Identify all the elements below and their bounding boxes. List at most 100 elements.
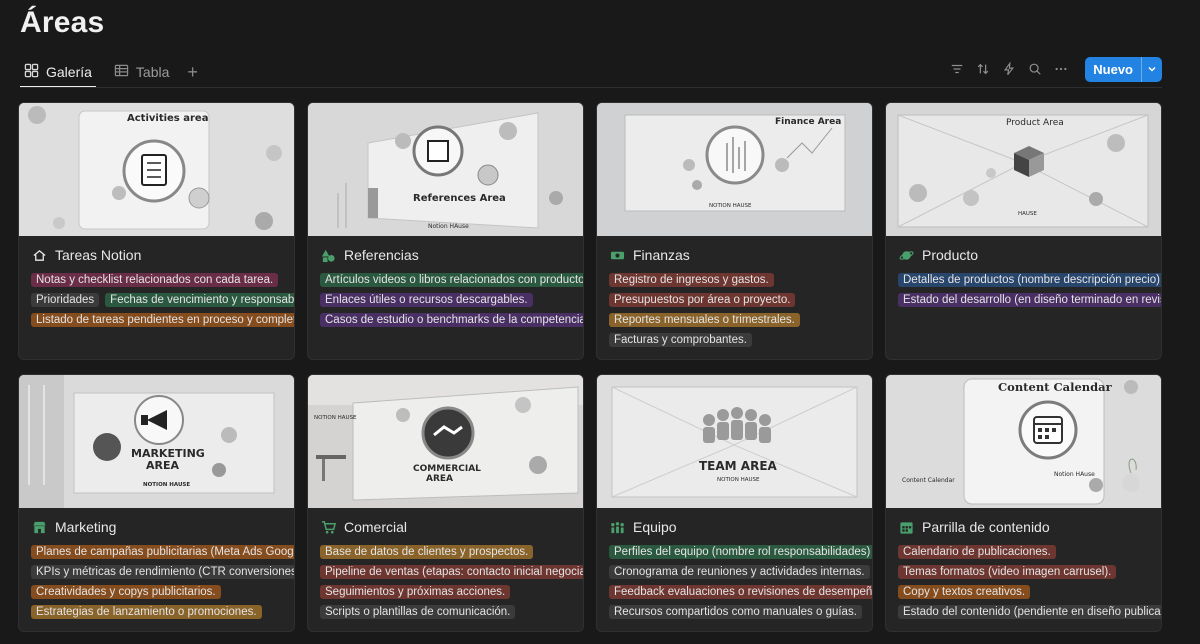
tag: Creatividades y copys publicitarios. (31, 585, 221, 599)
cover-caption: NOTION HAUSE (314, 415, 357, 421)
card-properties: Calendario de publicaciones. Temas forma… (886, 541, 1161, 622)
card-title-text: Tareas Notion (55, 247, 142, 263)
gallery-grid: Activities area Tareas Notion Notas y ch… (18, 102, 1162, 632)
card-title: Producto (886, 236, 1161, 269)
table-icon (114, 63, 129, 81)
cover-caption: Notion HAuse (1054, 471, 1095, 478)
tag: Calendario de publicaciones. (898, 545, 1056, 559)
more-icon[interactable] (1053, 61, 1069, 77)
tag: Estado del contenido (pendiente en diseñ… (898, 605, 1161, 619)
tag: Seguimientos y próximas acciones. (320, 585, 511, 599)
tag: Detalles de productos (nombre descripció… (898, 273, 1161, 287)
card-cover-image: Activities area (19, 103, 294, 236)
tag: Scripts o plantillas de comunicación. (320, 605, 516, 619)
card-properties: Registro de ingresos y gastos. Presupues… (597, 269, 872, 350)
gallery-card[interactable]: Product Area HAUSE Producto Detalles de … (885, 102, 1162, 360)
new-button-label: Nuevo (1093, 61, 1133, 77)
tab-label: Galería (46, 64, 92, 80)
add-view-icon[interactable]: + (187, 62, 198, 83)
tag: Estrategias de lanzamiento o promociones… (31, 605, 262, 619)
gallery-card[interactable]: COMMERCIAL AREA NOTION HAUSE Comercial B… (307, 374, 584, 632)
card-title-text: Comercial (344, 519, 408, 535)
cover-caption: Product Area (1006, 118, 1064, 128)
card-title-text: Producto (922, 247, 979, 263)
cover-caption: Content Calendar (902, 477, 955, 484)
page-title: Áreas (20, 6, 105, 39)
tag: Prioridades (31, 293, 100, 307)
cover-caption: Content Calendar (998, 380, 1112, 394)
tag: Reportes mensuales o trimestrales. (609, 313, 800, 327)
card-cover-image: COMMERCIAL AREA NOTION HAUSE (308, 375, 583, 508)
cover-caption: TEAM AREA (699, 459, 777, 473)
cover-caption: NOTION HAUSE (717, 477, 760, 483)
cover-caption: COMMERCIAL (413, 464, 481, 474)
tag: Estado del desarrollo (en diseño termina… (898, 293, 1161, 307)
card-title: Parrilla de contenido (886, 508, 1161, 541)
tab-galeria[interactable]: Galería (20, 56, 96, 88)
tag: Registro de ingresos y gastos. (609, 273, 774, 287)
tabs-divider (20, 87, 1162, 88)
cover-caption: AREA (426, 474, 454, 484)
card-cover-image: TEAM AREA NOTION HAUSE (597, 375, 872, 508)
tag: Feedback evaluaciones o revisiones de de… (609, 585, 872, 599)
store-icon (32, 520, 47, 535)
tag: Temas formatos (video imagen carrusel). (898, 565, 1117, 579)
gallery-card[interactable]: Content Calendar Content Calendar Notion… (885, 374, 1162, 632)
tag: KPIs y métricas de rendimiento (CTR conv… (31, 565, 294, 579)
tag: Presupuestos por área o proyecto. (609, 293, 796, 307)
card-properties: Artículos videos o libros relacionados c… (308, 269, 583, 330)
card-title: Equipo (597, 508, 872, 541)
card-cover-image: Finance Area NOTION HAUSE (597, 103, 872, 236)
tag: Pipeline de ventas (etapas: contacto ini… (320, 565, 583, 579)
lightning-icon[interactable] (1001, 61, 1017, 77)
card-properties: Detalles de productos (nombre descripció… (886, 269, 1161, 310)
search-icon[interactable] (1027, 61, 1043, 77)
tag: Cronograma de reuniones y actividades in… (609, 565, 870, 579)
planet-icon (899, 248, 914, 263)
card-properties: Notas y checklist relacionados con cada … (19, 269, 294, 330)
card-title: Marketing (19, 508, 294, 541)
card-properties: Base de datos de clientes y prospectos. … (308, 541, 583, 622)
home-icon (32, 248, 47, 263)
cover-caption: Finance Area (775, 117, 842, 127)
card-title-text: Marketing (55, 519, 117, 535)
card-title: Referencias (308, 236, 583, 269)
tag: Perfiles del equipo (nombre rol responsa… (609, 545, 872, 559)
cover-caption: AREA (146, 459, 180, 472)
card-properties: Planes de campañas publicitarias (Meta A… (19, 541, 294, 622)
tag: Artículos videos o libros relacionados c… (320, 273, 583, 287)
card-title: Tareas Notion (19, 236, 294, 269)
cover-caption: Notion HAuse (428, 223, 469, 230)
card-cover-image: Product Area HAUSE (886, 103, 1161, 236)
tag: Recursos compartidos como manuales o guí… (609, 605, 862, 619)
card-cover-image: References Area Notion HAuse (308, 103, 583, 236)
tag: Fechas de vencimiento y responsables (105, 293, 294, 307)
chevron-down-icon[interactable] (1141, 56, 1162, 82)
card-title-text: Equipo (633, 519, 677, 535)
gallery-card[interactable]: MARKETING AREA NOTION HAUSE Marketing Pl… (18, 374, 295, 632)
tag: Facturas y comprobantes. (609, 333, 752, 347)
gallery-card[interactable]: References Area Notion HAuse Referencias… (307, 102, 584, 360)
tag: Copy y textos creativos. (898, 585, 1031, 599)
tag: Listado de tareas pendientes en proceso … (31, 313, 294, 327)
gallery-card[interactable]: TEAM AREA NOTION HAUSE Equipo Perfiles d… (596, 374, 873, 632)
shapes-icon (321, 248, 336, 263)
card-title-text: Parrilla de contenido (922, 519, 1050, 535)
tag: Casos de estudio o benchmarks de la comp… (320, 313, 583, 327)
tab-label: Tabla (135, 64, 170, 80)
calendar-icon (899, 520, 914, 535)
gallery-card[interactable]: Activities area Tareas Notion Notas y ch… (18, 102, 295, 360)
new-button[interactable]: Nuevo (1085, 56, 1162, 82)
tag: Base de datos de clientes y prospectos. (320, 545, 534, 559)
money-icon (610, 248, 625, 263)
gallery-card[interactable]: Finance Area NOTION HAUSE Finanzas Regis… (596, 102, 873, 360)
sort-icon[interactable] (975, 61, 991, 77)
filter-icon[interactable] (949, 61, 965, 77)
card-title-text: Referencias (344, 247, 419, 263)
tab-tabla[interactable]: Tabla (110, 57, 173, 87)
cover-caption: Activities area (127, 113, 209, 124)
cover-caption: References Area (413, 193, 506, 204)
toolbar: Nuevo (949, 56, 1162, 82)
cover-caption: HAUSE (1018, 211, 1037, 217)
cart-icon (321, 520, 336, 535)
